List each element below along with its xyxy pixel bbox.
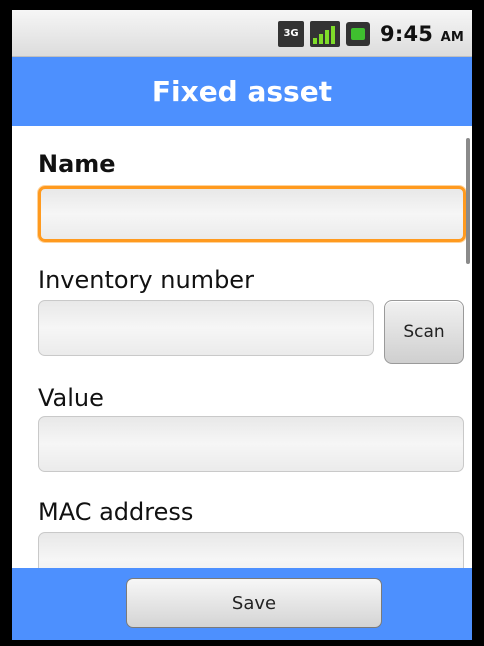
- battery-icon: [346, 22, 371, 46]
- status-clock: 9:45 AM: [380, 22, 464, 46]
- form-content[interactable]: Name Inventory number Scan Value MAC add…: [12, 126, 472, 568]
- network-3g-icon: 3G: [278, 21, 305, 47]
- bottom-action-bar: Save: [12, 568, 472, 640]
- status-icons: 3G 9:45 AM: [278, 20, 464, 48]
- status-bar: 3G 9:45 AM: [12, 10, 472, 57]
- device-screen: 3G 9:45 AM Fixed asset Name Inventory nu…: [0, 0, 484, 646]
- scan-button[interactable]: Scan: [384, 300, 464, 364]
- save-button[interactable]: Save: [126, 578, 382, 628]
- page-title: Fixed asset: [151, 75, 333, 108]
- signal-strength-icon: [310, 21, 341, 47]
- scrollbar[interactable]: [466, 138, 470, 264]
- save-button-label: Save: [231, 592, 277, 614]
- mac-address-field[interactable]: [38, 532, 464, 568]
- value-field[interactable]: [38, 416, 464, 472]
- page-title-bar: Fixed asset: [12, 57, 472, 126]
- inventory-number-label: Inventory number: [38, 266, 254, 294]
- name-label: Name: [38, 150, 116, 178]
- scan-button-label: Scan: [403, 322, 445, 342]
- value-label: Value: [38, 384, 104, 412]
- mac-address-label: MAC address: [38, 498, 194, 526]
- name-field[interactable]: [38, 186, 466, 242]
- inventory-number-field[interactable]: [38, 300, 374, 356]
